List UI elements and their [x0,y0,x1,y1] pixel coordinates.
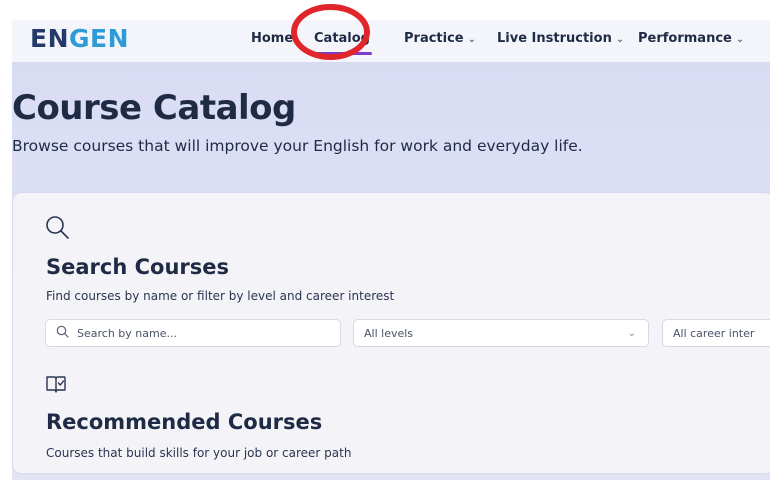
nav-item-live-instruction[interactable]: Live Instruction ⌄ [497,31,624,46]
search-icon [56,325,69,341]
nav-home-label: Home [251,31,294,46]
chevron-down-icon: ⌄ [735,34,745,45]
nav-live-label: Live Instruction [497,31,612,46]
search-placeholder: Search by name... [77,326,177,340]
top-nav: ENGEN Home Catalog Practice ⌄ Live Instru… [12,20,770,62]
nav-performance-label: Performance [638,31,732,46]
nav-item-performance[interactable]: Performance ⌄ [638,31,744,46]
search-section-title: Search Courses [46,255,229,279]
logo-en: EN [30,24,70,53]
catalog-highlight-circle [291,4,370,60]
page-title: Course Catalog [12,88,296,128]
book-check-icon [45,374,67,399]
level-select-value: All levels [364,326,414,340]
engen-logo[interactable]: ENGEN [30,24,129,53]
nav-item-practice[interactable]: Practice ⌄ [404,31,476,46]
search-section-description: Find courses by name or filter by level … [46,289,395,303]
career-interest-select[interactable]: All career inter [662,319,770,347]
recommended-section-description: Courses that build skills for your job o… [46,446,352,460]
career-select-value: All career inter [673,326,755,340]
nav-practice-label: Practice [404,31,464,46]
chevron-down-icon: ⌄ [467,34,477,45]
chevron-down-icon: ⌄ [627,328,636,339]
search-input[interactable]: Search by name... [45,319,341,347]
nav-item-home[interactable]: Home [251,31,293,46]
level-select[interactable]: All levels ⌄ [353,319,649,347]
page-subtitle: Browse courses that will improve your En… [12,137,583,155]
recommended-section-title: Recommended Courses [46,410,323,434]
search-icon [45,215,71,246]
logo-gen: GEN [69,24,130,53]
chevron-down-icon: ⌄ [615,34,625,45]
